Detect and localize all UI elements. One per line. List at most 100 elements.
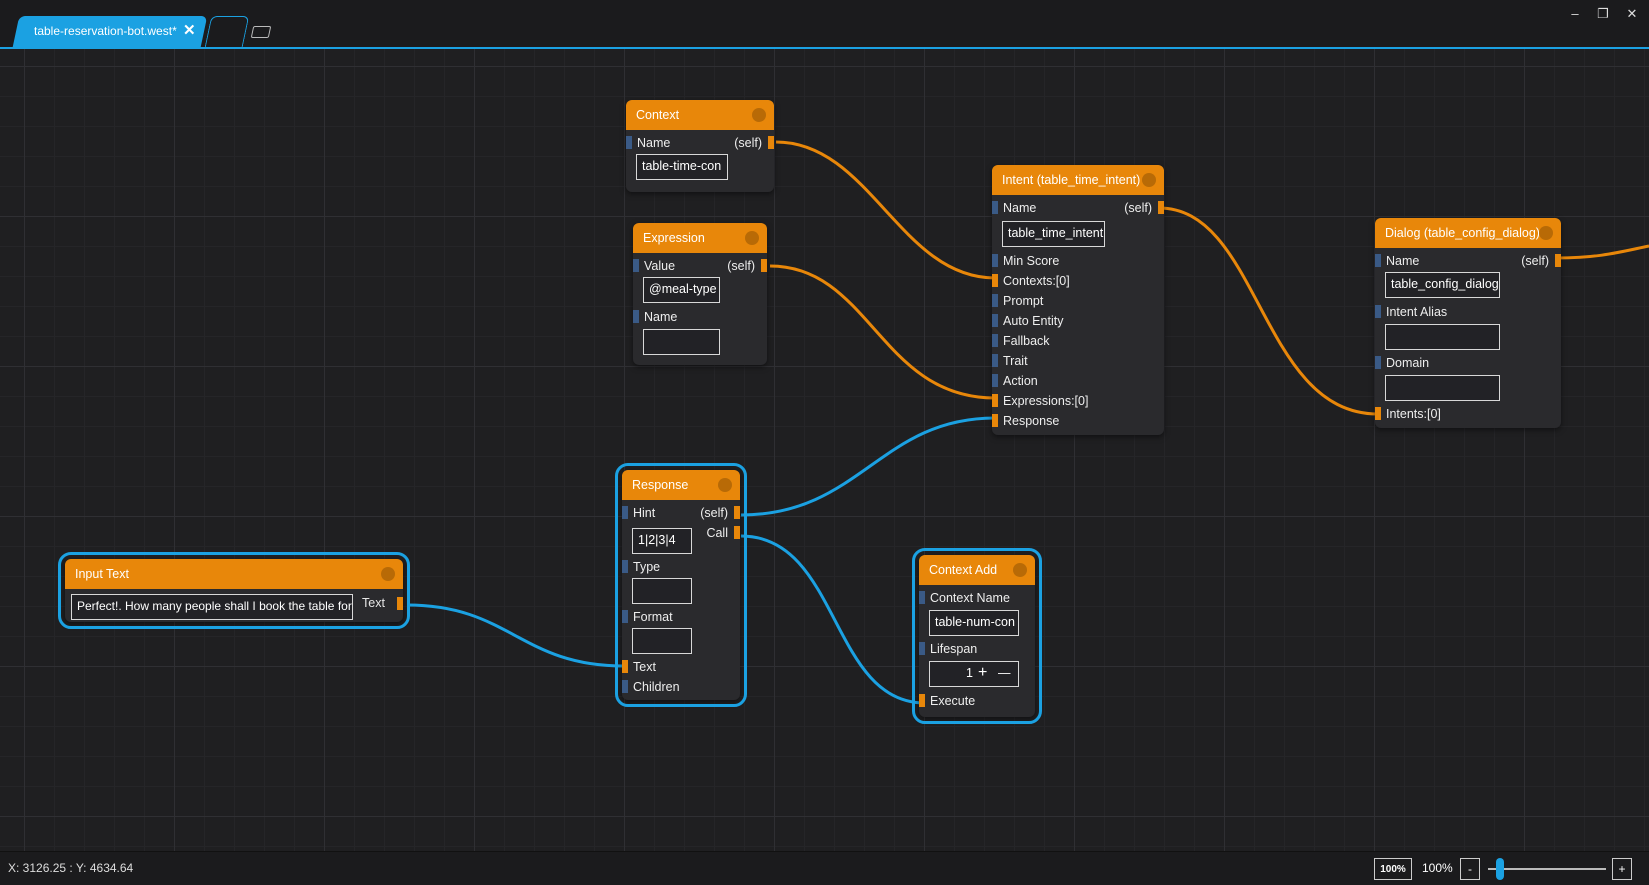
- value-field[interactable]: @meal-type: [643, 277, 720, 303]
- row-hint: Hint (self): [622, 503, 740, 523]
- port-out-text[interactable]: [397, 597, 403, 610]
- label-name: Name: [637, 136, 671, 150]
- zoom-in-button[interactable]: +: [1612, 858, 1632, 880]
- node-context[interactable]: Context Name (self) table-time-con: [626, 100, 774, 192]
- zoom-level-label: 100%: [1422, 861, 1453, 875]
- port-in-format[interactable]: [622, 610, 628, 623]
- tab-title[interactable]: table-reservation-bot.west*: [34, 24, 177, 38]
- node-status-icon[interactable]: [1539, 226, 1553, 240]
- tab-blank[interactable]: [204, 16, 250, 47]
- port-in-fallback[interactable]: [992, 334, 998, 347]
- graph-canvas[interactable]: [0, 49, 1649, 851]
- context-name-field[interactable]: table-num-con: [929, 610, 1019, 636]
- port-in-lifespan[interactable]: [919, 642, 925, 655]
- zoom-reset-button[interactable]: 100%: [1374, 858, 1412, 880]
- port-in-name[interactable]: [992, 201, 998, 214]
- port-in-expressions[interactable]: [992, 394, 998, 407]
- port-in-intent-alias[interactable]: [1375, 305, 1381, 318]
- port-in-name[interactable]: [633, 310, 639, 323]
- row-execute: Execute: [919, 691, 1035, 711]
- port-in-action[interactable]: [992, 374, 998, 387]
- intent-alias-field[interactable]: [1385, 324, 1500, 350]
- label-format: Format: [633, 610, 673, 624]
- plus-icon[interactable]: +: [978, 662, 987, 684]
- port-in-intents[interactable]: [1375, 407, 1381, 420]
- row-name: Name (self): [626, 133, 774, 153]
- port-out-self[interactable]: [1158, 201, 1164, 214]
- label-intents: Intents:[0]: [1386, 407, 1441, 421]
- minimize-icon[interactable]: ‒: [1563, 6, 1587, 21]
- node-status-icon[interactable]: [718, 478, 732, 492]
- label-action: Action: [1003, 374, 1038, 388]
- port-in-trait[interactable]: [992, 354, 998, 367]
- zoom-slider-track[interactable]: [1488, 868, 1606, 870]
- node-context-add[interactable]: Context Add Context Name table-num-con L…: [912, 548, 1042, 724]
- zoom-slider-thumb[interactable]: [1495, 858, 1504, 880]
- minus-icon[interactable]: —: [998, 662, 1011, 684]
- node-status-icon[interactable]: [1142, 173, 1156, 187]
- port-in-value[interactable]: [633, 259, 639, 272]
- node-intent[interactable]: Intent (table_time_intent) Name (self) t…: [992, 165, 1164, 435]
- label-children: Children: [633, 680, 680, 694]
- label-domain: Domain: [1386, 356, 1430, 370]
- label-self: (self): [727, 259, 755, 273]
- port-in-name[interactable]: [1375, 254, 1381, 267]
- format-field[interactable]: [632, 628, 692, 654]
- row-expressions: Expressions:[0]: [992, 391, 1164, 411]
- type-field[interactable]: [632, 578, 692, 604]
- port-out-self[interactable]: [761, 259, 767, 272]
- restore-icon[interactable]: ❐: [1591, 6, 1615, 22]
- node-title: Input Text: [75, 567, 129, 581]
- node-title: Dialog (table_config_dialog): [1385, 226, 1540, 240]
- close-window-icon[interactable]: ✕: [1620, 6, 1644, 22]
- port-in-text[interactable]: [622, 660, 628, 673]
- node-input-text[interactable]: Input Text Perfect!. How many people sha…: [58, 552, 410, 629]
- hint-field[interactable]: 1|2|3|4: [632, 528, 692, 554]
- lifespan-stepper[interactable]: 1 + —: [929, 661, 1019, 687]
- port-in-type[interactable]: [622, 560, 628, 573]
- port-in-contexts[interactable]: [992, 274, 998, 287]
- name-field[interactable]: [643, 329, 720, 355]
- port-in-prompt[interactable]: [992, 294, 998, 307]
- node-expression[interactable]: Expression Value (self) @meal-type Name: [633, 223, 767, 365]
- domain-field[interactable]: [1385, 375, 1500, 401]
- label-min-score: Min Score: [1003, 254, 1060, 268]
- name-field[interactable]: table_time_intent: [1002, 221, 1105, 247]
- port-out-self[interactable]: [768, 136, 774, 149]
- port-out-self[interactable]: [734, 506, 740, 519]
- node-response[interactable]: Response Hint (self) Call 1|2|3|4 Type F…: [615, 463, 747, 707]
- new-tab-icon[interactable]: [250, 26, 272, 38]
- port-out-self[interactable]: [1555, 254, 1561, 267]
- row-text: Text: [622, 657, 740, 677]
- zoom-out-button[interactable]: -: [1460, 858, 1480, 880]
- tab-close-icon[interactable]: ✕: [183, 21, 196, 39]
- text-field[interactable]: Perfect!. How many people shall I book t…: [71, 594, 353, 620]
- label-prompt: Prompt: [1003, 294, 1044, 308]
- node-status-icon[interactable]: [381, 567, 395, 581]
- port-in-execute[interactable]: [919, 694, 925, 707]
- port-in-response[interactable]: [992, 414, 998, 427]
- label-type: Type: [633, 560, 661, 574]
- port-in-min-score[interactable]: [992, 254, 998, 267]
- row-trait: Trait: [992, 351, 1164, 371]
- port-in-domain[interactable]: [1375, 356, 1381, 369]
- row-action: Action: [992, 371, 1164, 391]
- node-status-icon[interactable]: [752, 108, 766, 122]
- row-auto-entity: Auto Entity: [992, 311, 1164, 331]
- port-in-context-name[interactable]: [919, 591, 925, 604]
- label-context-name: Context Name: [930, 591, 1010, 605]
- node-title: Context: [636, 108, 680, 122]
- node-status-icon[interactable]: [745, 231, 759, 245]
- row-type: Type: [622, 557, 740, 577]
- label-name: Name: [1003, 201, 1037, 215]
- node-dialog[interactable]: Dialog (table_config_dialog) Name (self)…: [1375, 218, 1561, 428]
- name-field[interactable]: table-time-con: [636, 154, 728, 180]
- port-in-children[interactable]: [622, 680, 628, 693]
- port-in-auto-entity[interactable]: [992, 314, 998, 327]
- row-min-score: Min Score: [992, 251, 1164, 271]
- port-out-call[interactable]: [734, 526, 740, 539]
- node-status-icon[interactable]: [1013, 563, 1027, 577]
- name-field[interactable]: table_config_dialog: [1385, 272, 1500, 298]
- port-in-hint[interactable]: [622, 506, 628, 519]
- port-in-name[interactable]: [626, 136, 632, 149]
